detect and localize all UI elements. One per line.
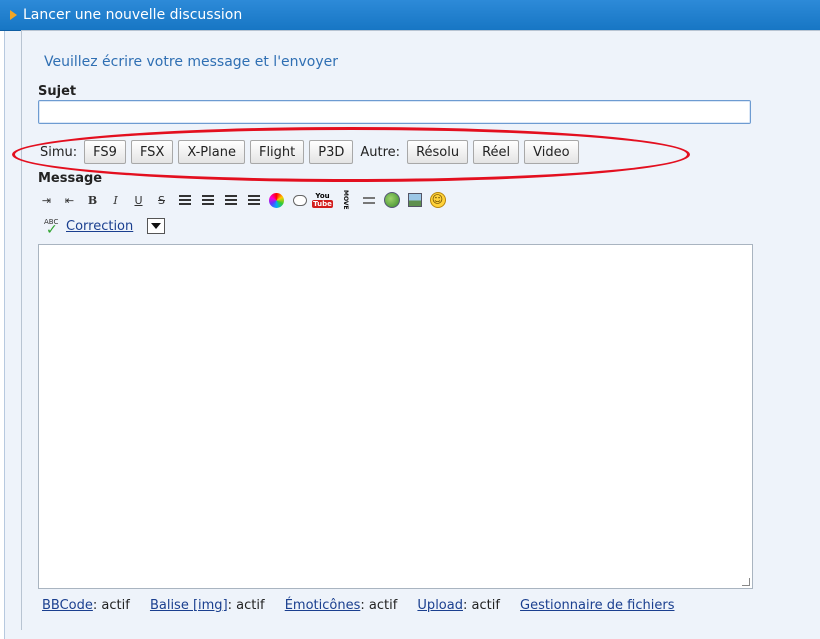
mov-icon[interactable]: MOVE (337, 190, 354, 210)
image-icon[interactable] (406, 192, 423, 209)
subject-label: Sujet (38, 84, 77, 99)
bold-icon[interactable]: B (84, 192, 101, 209)
message-label: Message (38, 171, 103, 186)
strike-icon[interactable]: S (153, 192, 170, 209)
message-textarea[interactable] (38, 244, 753, 589)
window-title: Lancer une nouvelle discussion (23, 7, 243, 23)
spellcheck-icon[interactable]: ABC ✓ (44, 218, 60, 238)
editor-toolbar: ⇥ ⇤ B I U S You Tube MOVE ☺ (38, 189, 446, 211)
justify-icon[interactable] (245, 192, 262, 209)
window-titlebar: Lancer une nouvelle discussion (0, 0, 820, 31)
correction-link[interactable]: Correction (66, 219, 133, 234)
align-center-icon[interactable] (199, 192, 216, 209)
img-tag-link[interactable]: Balise [img] (150, 598, 228, 613)
tag-fsx-button[interactable]: FSX (130, 140, 174, 164)
editor-status: BBCode: actif Balise [img]: actif Émotic… (42, 598, 675, 613)
tag-bar: Simu: FS9 FSX X-Plane Flight P3D Autre: … (38, 140, 579, 164)
indent-right-icon[interactable]: ⇤ (61, 192, 78, 209)
smiley-icon[interactable]: ☺ (429, 192, 446, 209)
quote-icon[interactable] (291, 192, 308, 209)
correction-dropdown[interactable] (147, 218, 166, 234)
indent-left-icon[interactable]: ⇥ (38, 192, 55, 209)
upload-link[interactable]: Upload (417, 598, 463, 613)
tag-reel-button[interactable]: Réel (473, 140, 520, 164)
align-left-icon[interactable] (176, 192, 193, 209)
color-wheel-icon[interactable] (268, 192, 285, 209)
subject-input[interactable] (38, 100, 751, 124)
tag-flight-button[interactable]: Flight (249, 140, 305, 164)
tag-p3d-button[interactable]: P3D (309, 140, 354, 164)
correction-row: ABC ✓ Correction (44, 218, 166, 238)
tag-resolu-button[interactable]: Résolu (407, 140, 469, 164)
hr-icon[interactable] (360, 192, 377, 209)
tag-fs9-button[interactable]: FS9 (84, 140, 126, 164)
chevron-down-icon (151, 223, 162, 229)
file-manager-link[interactable]: Gestionnaire de fichiers (520, 598, 674, 613)
tag-xplane-button[interactable]: X-Plane (178, 140, 245, 164)
collapse-arrow-icon[interactable] (10, 10, 17, 20)
underline-icon[interactable]: U (130, 192, 147, 209)
italic-icon[interactable]: I (107, 192, 124, 209)
globe-link-icon[interactable] (383, 192, 400, 209)
emoticons-link[interactable]: Émoticônes (285, 598, 361, 613)
tag-video-button[interactable]: Video (524, 140, 579, 164)
form-legend: Veuillez écrire votre message et l'envoy… (38, 54, 345, 70)
resize-handle-icon[interactable] (742, 578, 750, 586)
simu-label: Simu: (40, 144, 78, 160)
align-right-icon[interactable] (222, 192, 239, 209)
bbcode-link[interactable]: BBCode (42, 598, 93, 613)
autre-label: Autre: (360, 144, 401, 160)
youtube-icon[interactable]: You Tube (312, 192, 333, 209)
